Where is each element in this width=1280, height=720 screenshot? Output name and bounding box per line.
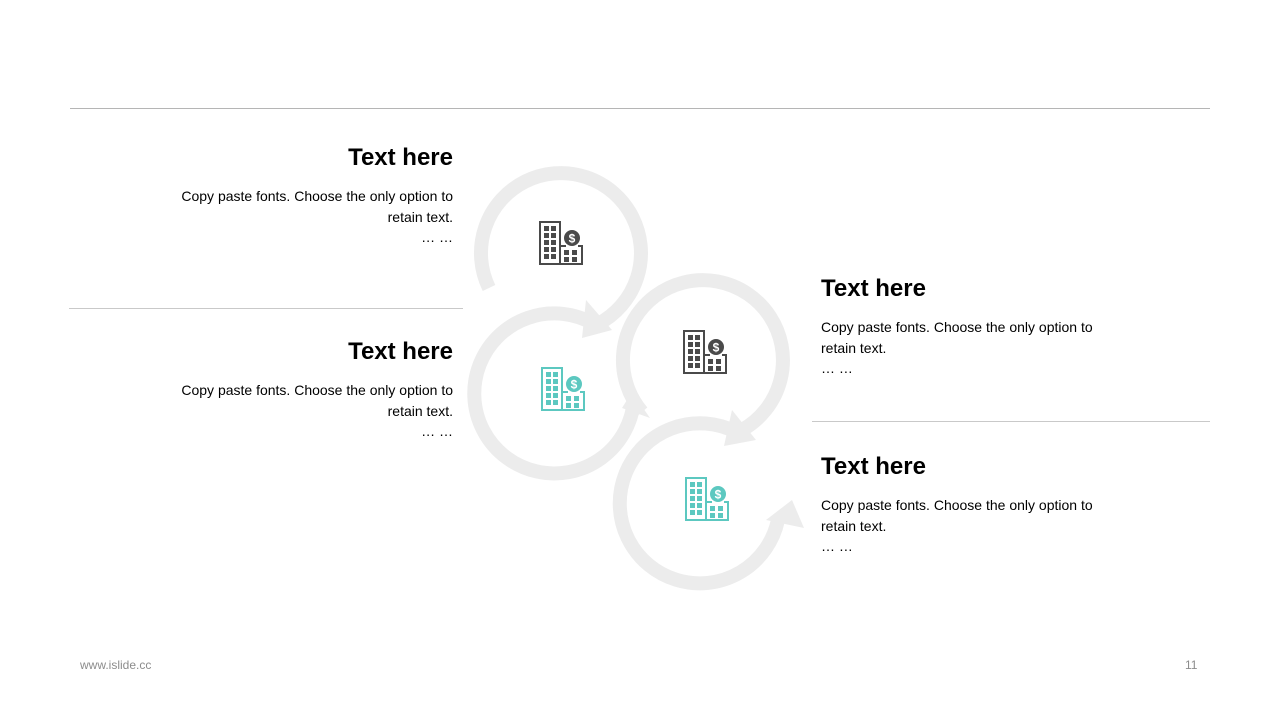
- block-ellipsis: … …: [421, 423, 453, 439]
- building-dollar-icon: [539, 221, 583, 265]
- block-title: Text here: [821, 453, 926, 480]
- block-ellipsis: … …: [821, 538, 853, 554]
- text-block-4: Text here Copy paste fonts. Choose the o…: [821, 453, 1121, 554]
- block-title: Text here: [821, 275, 926, 302]
- text-block-3: Text here Copy paste fonts. Choose the o…: [821, 275, 1121, 376]
- block-ellipsis: … …: [421, 229, 453, 245]
- block-title: Text here: [348, 338, 453, 365]
- block-body: Copy paste fonts. Choose the only option…: [181, 382, 453, 419]
- ring-3: [616, 273, 790, 437]
- block-body: Copy paste fonts. Choose the only option…: [821, 319, 1093, 356]
- block-body: Copy paste fonts. Choose the only option…: [821, 497, 1093, 534]
- building-dollar-icon: [683, 330, 727, 374]
- page-number: 11: [1185, 658, 1198, 672]
- block-ellipsis: … …: [821, 360, 853, 376]
- building-dollar-icon: [541, 367, 585, 411]
- text-block-2: Text here Copy paste fonts. Choose the o…: [153, 338, 453, 439]
- block-title: Text here: [348, 144, 453, 171]
- footer-url: www.islide.cc: [80, 658, 152, 672]
- block-body: Copy paste fonts. Choose the only option…: [181, 188, 453, 225]
- building-dollar-icon: [685, 477, 729, 521]
- text-block-1: Text here Copy paste fonts. Choose the o…: [153, 144, 453, 245]
